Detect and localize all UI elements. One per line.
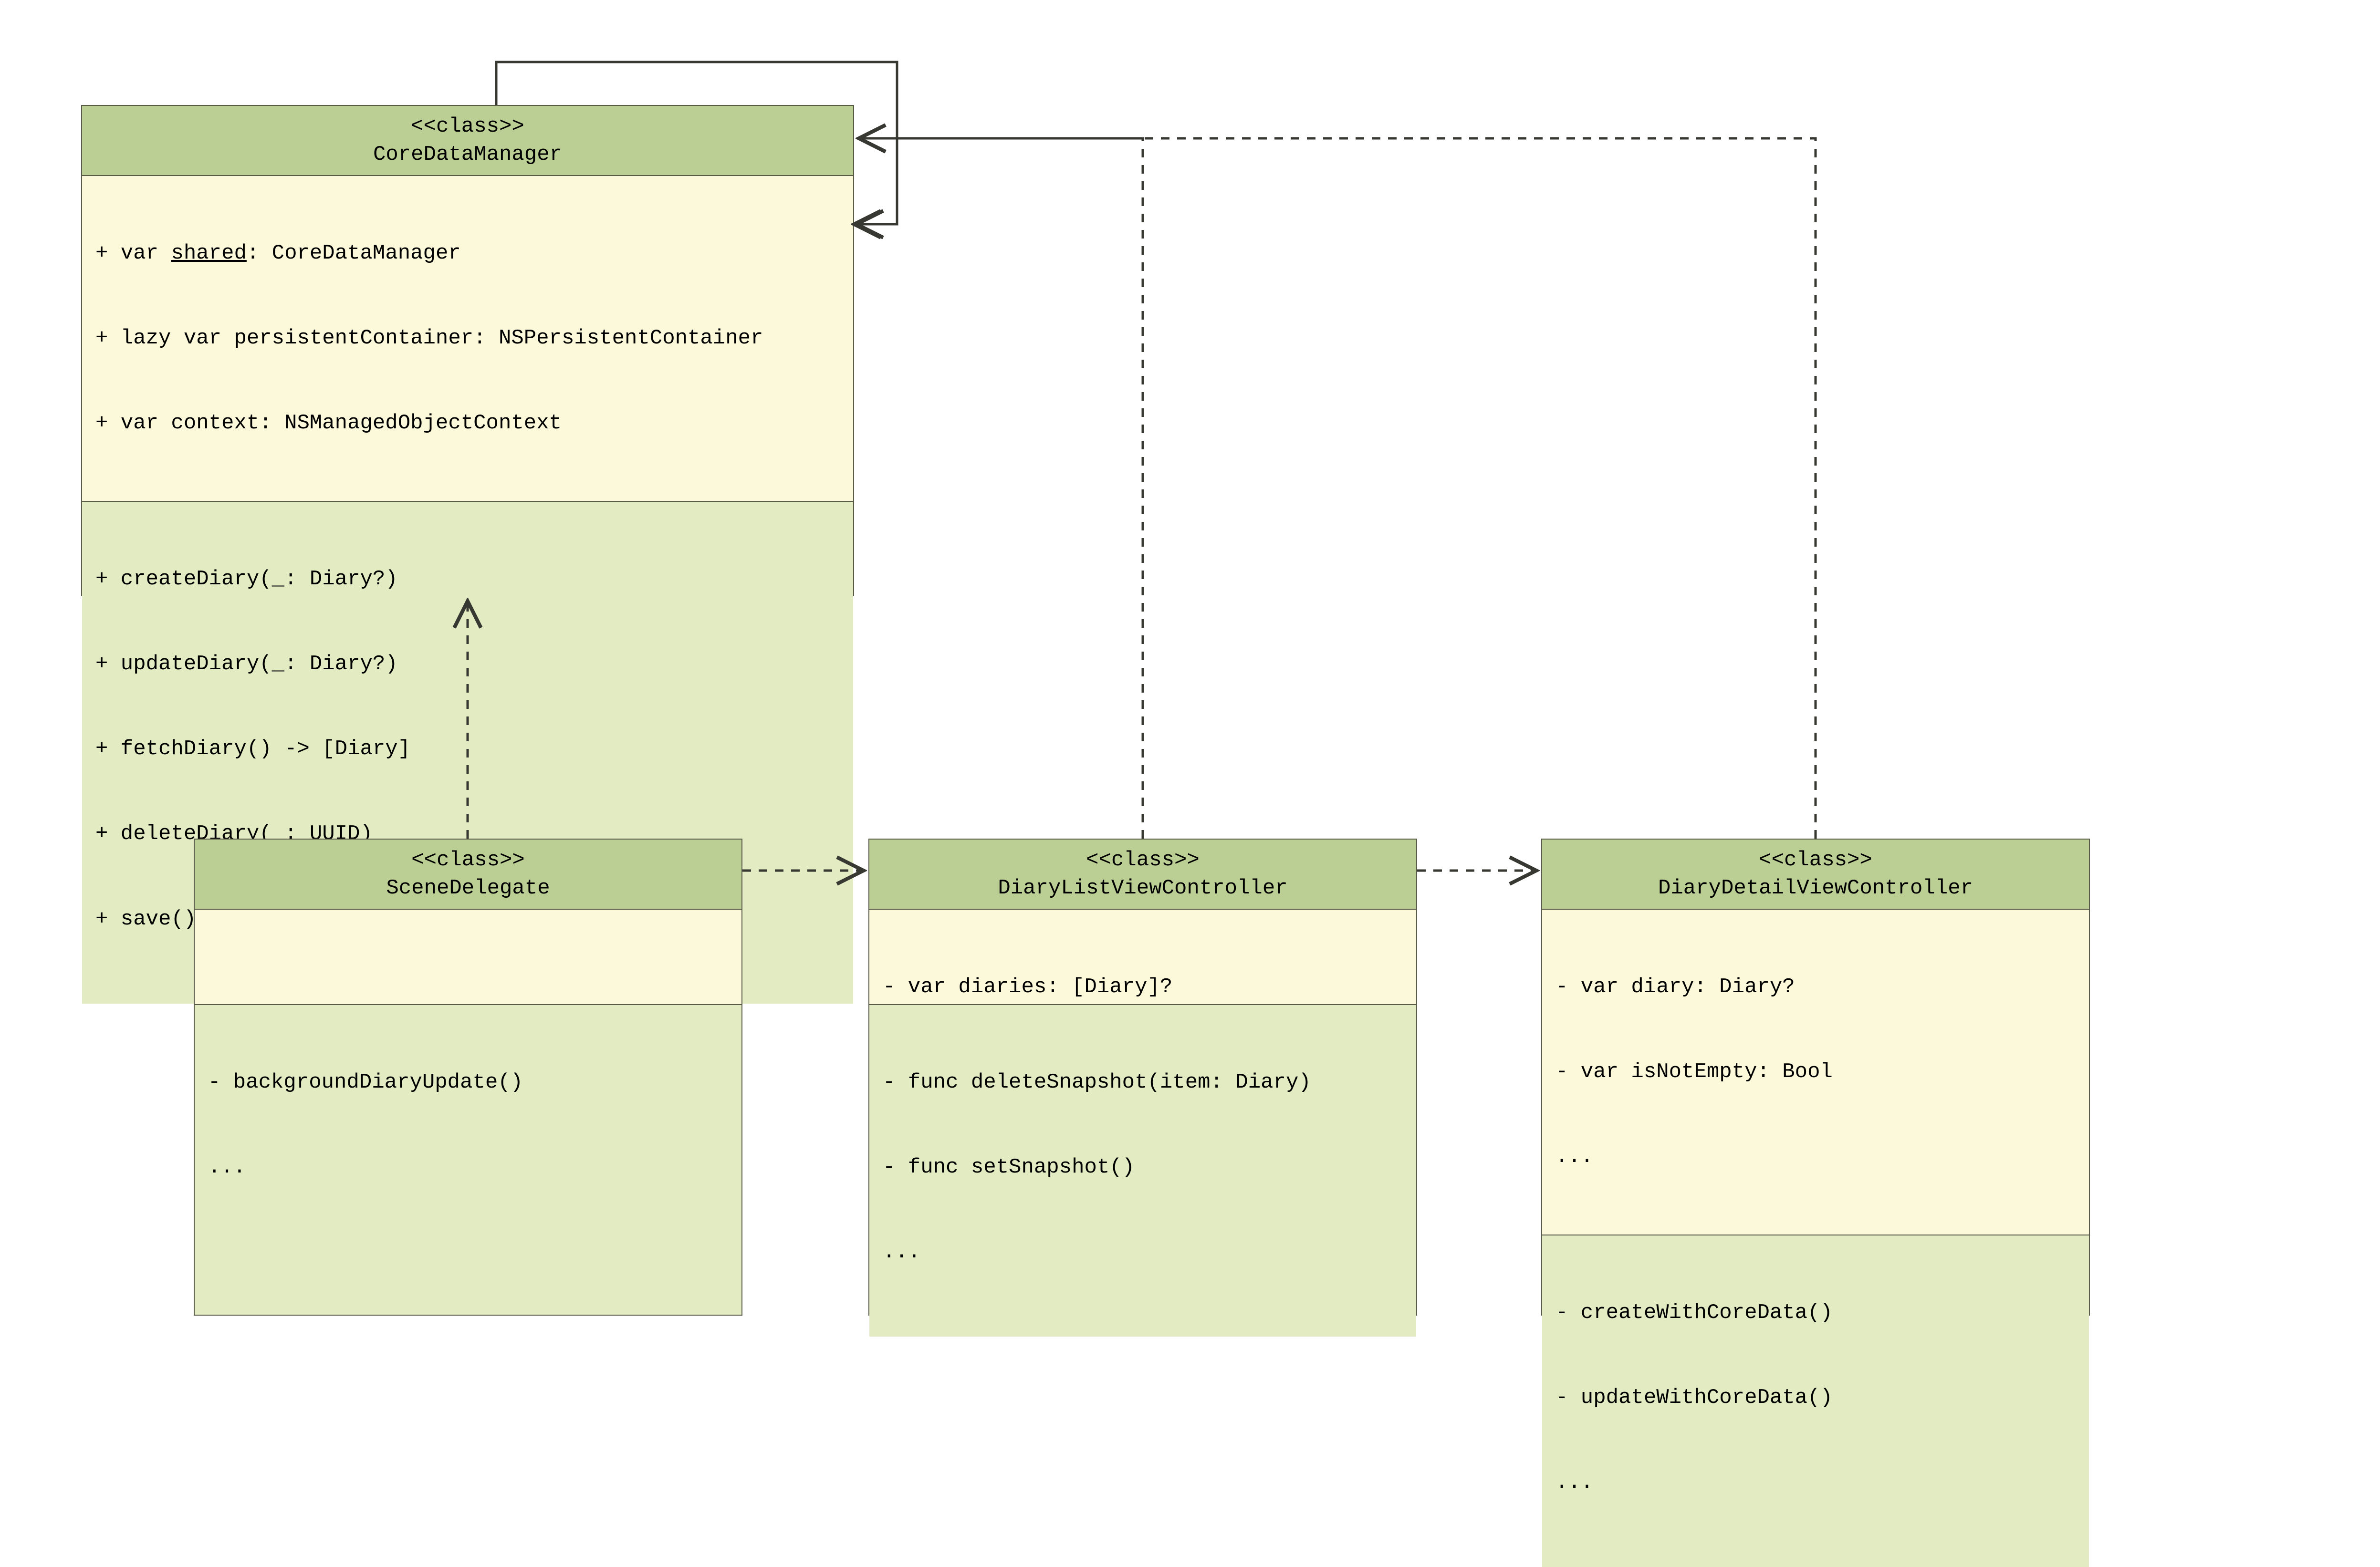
class-name: DiaryListViewController — [874, 874, 1411, 903]
class-header: <<class>> SceneDelegate — [195, 840, 741, 910]
class-operations: - func deleteSnapshot(item: Diary) - fun… — [869, 1005, 1416, 1337]
attribute-line: - var diaries: [Diary]? — [883, 973, 1403, 1001]
class-scenedelegate: <<class>> SceneDelegate - backgroundDiar… — [194, 839, 742, 1316]
class-attributes — [195, 910, 741, 1005]
operation-line: ... — [1555, 1469, 2076, 1497]
static-member: shared — [171, 241, 246, 265]
class-operations: - createWithCoreData() - updateWithCoreD… — [1542, 1235, 2089, 1567]
operation-line: - func setSnapshot() — [883, 1153, 1403, 1182]
operation-line: - updateWithCoreData() — [1555, 1384, 2076, 1412]
edge-diarydetail-to-coredatamanager — [859, 138, 1816, 839]
class-attributes: - var diary: Diary? - var isNotEmpty: Bo… — [1542, 910, 2089, 1235]
operation-line: ... — [883, 1238, 1403, 1266]
operation-line: ... — [208, 1153, 728, 1182]
stereotype-label: <<class>> — [199, 846, 737, 874]
attribute-line: - var isNotEmpty: Bool — [1555, 1058, 2076, 1086]
class-header: <<class>> DiaryDetailViewController — [1542, 840, 2089, 910]
class-name: CoreDataManager — [87, 141, 848, 169]
operation-line: - func deleteSnapshot(item: Diary) — [883, 1069, 1403, 1097]
class-diarydetailviewcontroller: <<class>> DiaryDetailViewController - va… — [1541, 839, 2090, 1316]
class-name: SceneDelegate — [199, 874, 737, 903]
stereotype-label: <<class>> — [87, 113, 848, 141]
attribute-line: + var shared: CoreDataManager — [95, 239, 840, 268]
operation-line: + updateDiary(_: Diary?) — [95, 650, 840, 678]
edge-diarylist-to-coredatamanager — [859, 138, 1143, 839]
operation-line: - backgroundDiaryUpdate() — [208, 1069, 728, 1097]
class-coredatamanager: <<class>> CoreDataManager + var shared: … — [81, 105, 854, 596]
attribute-line: + var context: NSManagedObjectContext — [95, 409, 840, 437]
stereotype-label: <<class>> — [874, 846, 1411, 874]
attribute-line: - var diary: Diary? — [1555, 973, 2076, 1001]
stereotype-label: <<class>> — [1547, 846, 2084, 874]
attribute-line: ... — [1555, 1143, 2076, 1171]
attribute-line: + lazy var persistentContainer: NSPersis… — [95, 324, 840, 353]
class-header: <<class>> CoreDataManager — [82, 106, 853, 176]
class-header: <<class>> DiaryListViewController — [869, 840, 1416, 910]
operation-line: - createWithCoreData() — [1555, 1299, 2076, 1327]
class-operations: - backgroundDiaryUpdate() ... — [195, 1005, 741, 1315]
operation-line: + fetchDiary() -> [Diary] — [95, 735, 840, 763]
operation-line: + createDiary(_: Diary?) — [95, 565, 840, 593]
class-name: DiaryDetailViewController — [1547, 874, 2084, 903]
class-attributes: - var diaries: [Diary]? ... — [869, 910, 1416, 1005]
class-attributes: + var shared: CoreDataManager + lazy var… — [82, 176, 853, 502]
class-diarylistviewcontroller: <<class>> DiaryListViewController - var … — [868, 839, 1417, 1316]
